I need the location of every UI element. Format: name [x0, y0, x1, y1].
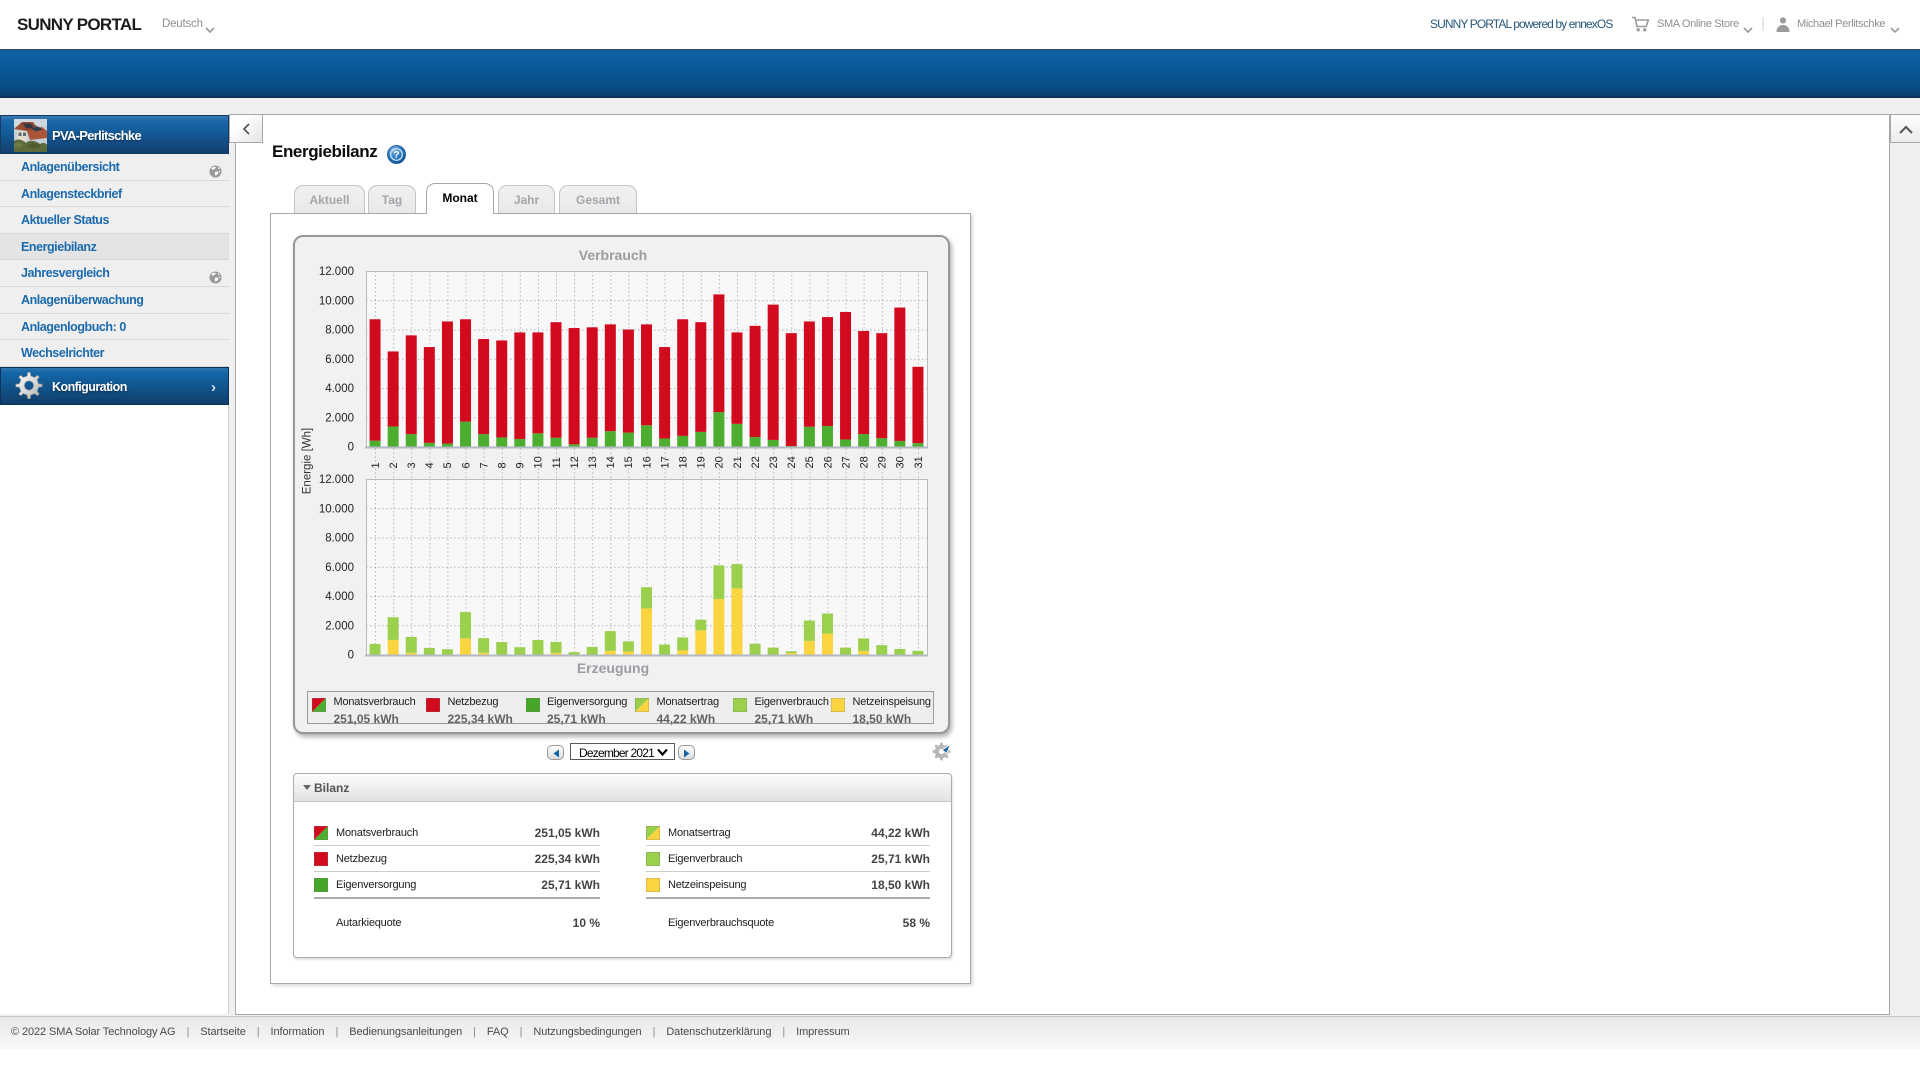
svg-text:4: 4	[424, 462, 436, 468]
svg-text:12.000: 12.000	[319, 474, 354, 486]
svg-text:9: 9	[515, 462, 527, 468]
svg-text:?: ?	[393, 149, 399, 161]
svg-text:15: 15	[623, 456, 635, 468]
svg-text:4.000: 4.000	[325, 383, 354, 395]
svg-text:14: 14	[605, 456, 617, 468]
svg-text:6: 6	[460, 462, 472, 468]
svg-text:12.000: 12.000	[319, 266, 354, 278]
svg-text:6.000: 6.000	[325, 562, 354, 574]
svg-text:30: 30	[895, 456, 907, 468]
svg-text:Erzeugung: Erzeugung	[577, 660, 649, 676]
svg-text:13: 13	[587, 456, 599, 468]
svg-text:2.000: 2.000	[325, 412, 354, 424]
svg-text:23: 23	[768, 456, 780, 468]
svg-text:1: 1	[370, 462, 382, 468]
svg-text:5: 5	[442, 462, 454, 468]
svg-text:8.000: 8.000	[325, 533, 354, 545]
svg-text:0: 0	[348, 650, 354, 662]
svg-text:21: 21	[732, 456, 744, 468]
svg-text:10.000: 10.000	[319, 295, 354, 307]
svg-text:25: 25	[804, 456, 816, 468]
svg-text:8.000: 8.000	[325, 325, 354, 337]
svg-text:27: 27	[840, 456, 852, 468]
svg-text:0: 0	[348, 442, 354, 454]
svg-text:19: 19	[696, 456, 708, 468]
svg-text:8: 8	[497, 462, 509, 468]
svg-text:11: 11	[551, 457, 563, 468]
svg-text:10.000: 10.000	[319, 503, 354, 515]
svg-text:26: 26	[822, 456, 834, 468]
svg-text:18: 18	[677, 456, 689, 468]
svg-text:4.000: 4.000	[325, 591, 354, 603]
svg-text:2.000: 2.000	[325, 620, 354, 632]
svg-text:6.000: 6.000	[325, 354, 354, 366]
svg-text:20: 20	[714, 456, 726, 468]
svg-text:17: 17	[659, 456, 671, 468]
svg-text:12: 12	[569, 456, 581, 468]
svg-text:3: 3	[406, 462, 418, 468]
svg-text:29: 29	[877, 456, 889, 468]
svg-text:22: 22	[750, 456, 762, 468]
svg-text:10: 10	[533, 456, 545, 468]
svg-text:24: 24	[786, 456, 798, 468]
svg-text:7: 7	[478, 462, 490, 468]
svg-text:Energie [Wh]: Energie [Wh]	[302, 428, 314, 494]
svg-text:31: 31	[913, 456, 925, 468]
svg-text:16: 16	[641, 456, 653, 468]
svg-text:Verbrauch: Verbrauch	[579, 247, 647, 263]
svg-text:28: 28	[858, 456, 870, 468]
svg-text:2: 2	[388, 462, 400, 468]
